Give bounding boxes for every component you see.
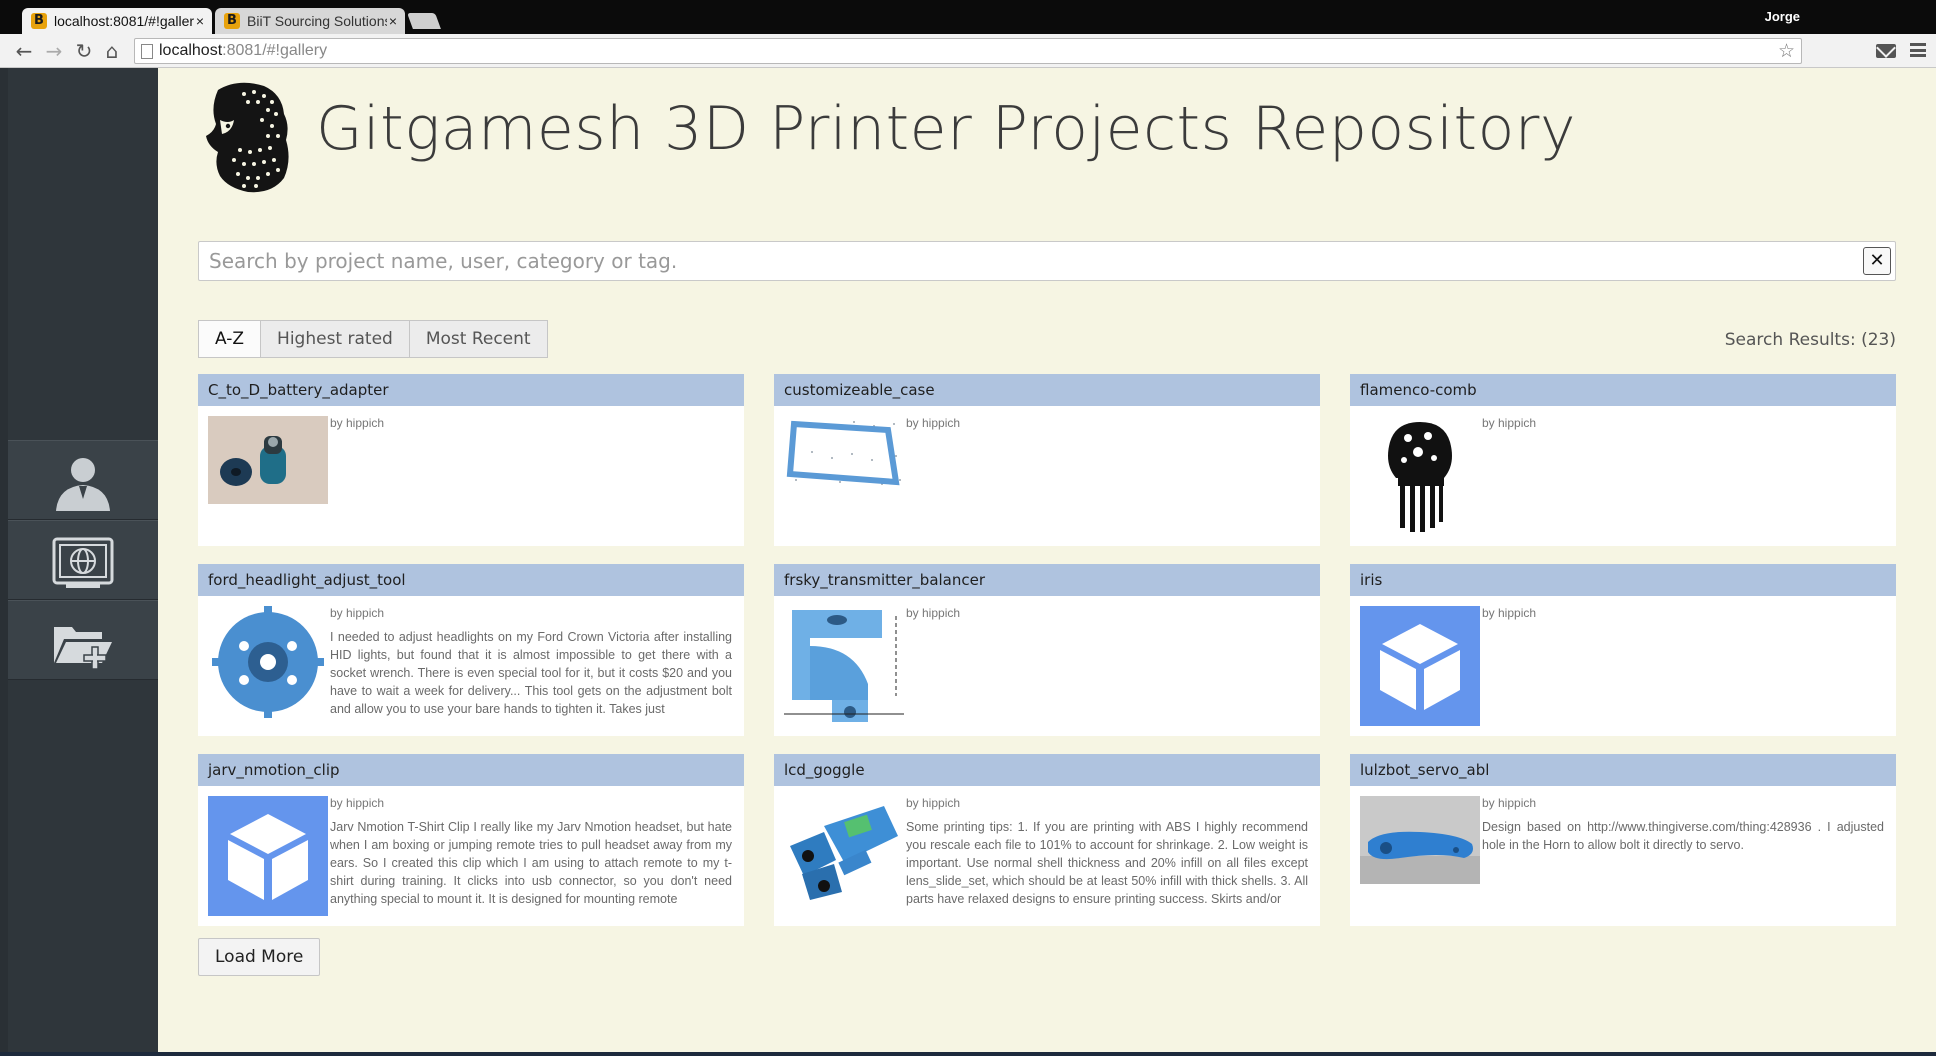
project-card[interactable]: jarv_nmotion_clip by hippich Jarv Nmotio… (198, 754, 744, 926)
project-card[interactable]: customizeable_case by hippich (774, 374, 1320, 546)
project-author: by hippich (1482, 416, 1537, 430)
page-title: Gitgamesh 3D Printer Projects Repository (316, 94, 1576, 164)
user-icon (56, 458, 110, 511)
sort-highest-rated-button[interactable]: Highest rated (261, 320, 410, 358)
project-description (1482, 628, 1884, 722)
project-description: Jarv Nmotion T-Shirt Clip I really like … (330, 820, 732, 906)
bookmark-star-icon[interactable]: ☆ (1778, 40, 1795, 62)
search-input[interactable] (209, 248, 1829, 274)
main-content: Gitgamesh 3D Printer Projects Repository… (158, 68, 1936, 1052)
project-card[interactable]: C_to_D_battery_adapter by hippich (198, 374, 744, 546)
project-description (906, 438, 1308, 532)
close-tab-icon[interactable]: × (389, 8, 397, 34)
browser-tab-gallery[interactable]: B localhost:8081/#!gallery × (22, 8, 212, 34)
clear-search-button[interactable]: ✕ (1863, 247, 1891, 275)
search-box: ✕ (198, 241, 1896, 281)
project-author: by hippich (330, 606, 385, 620)
project-description: Design based on http://www.thingiverse.c… (1482, 820, 1884, 852)
project-description (1482, 438, 1884, 532)
project-card[interactable]: ford_headlight_adjust_tool by hippich I … (198, 564, 744, 736)
add-folder-icon (54, 627, 112, 670)
gilgamesh-logo-icon (206, 82, 289, 193)
sidebar-item-profile[interactable] (8, 440, 158, 520)
project-title[interactable]: frsky_transmitter_balancer (774, 564, 1320, 596)
mail-icon[interactable] (1876, 44, 1896, 58)
project-title[interactable]: customizeable_case (774, 374, 1320, 406)
project-title[interactable]: iris (1350, 564, 1896, 596)
project-card[interactable]: iris by hippich (1350, 564, 1896, 736)
sidebar-item-new-project[interactable] (8, 600, 158, 680)
project-author: by hippich (1482, 606, 1537, 620)
project-title[interactable]: lulzbot_servo_abl (1350, 754, 1896, 786)
url-text[interactable]: localhost:8081/#!gallery (159, 42, 327, 60)
placeholder-cube-icon[interactable] (1360, 606, 1480, 726)
project-title[interactable]: ford_headlight_adjust_tool (198, 564, 744, 596)
forward-arrow-icon[interactable]: → (42, 39, 66, 63)
project-thumbnail[interactable] (208, 416, 328, 536)
project-author: by hippich (906, 606, 961, 620)
placeholder-cube-icon[interactable] (208, 796, 328, 916)
address-bar[interactable]: localhost:8081/#!gallery ☆ (134, 38, 1802, 64)
back-arrow-icon[interactable]: ← (12, 39, 36, 63)
project-description (330, 438, 732, 532)
page-icon (141, 44, 153, 59)
project-title[interactable]: C_to_D_battery_adapter (198, 374, 744, 406)
browser-tab-biit[interactable]: B BiiT Sourcing Solutions × (215, 8, 405, 34)
sort-most-recent-button[interactable]: Most Recent (409, 320, 548, 358)
reload-icon[interactable]: ↻ (72, 39, 96, 63)
browser-toolbar: ← → ↻ ⌂ localhost:8081/#!gallery ☆ (0, 34, 1936, 68)
load-more-button[interactable]: Load More (198, 938, 321, 976)
project-thumbnail[interactable] (1360, 416, 1480, 536)
home-icon[interactable]: ⌂ (100, 39, 124, 63)
project-author: by hippich (330, 796, 385, 810)
project-card[interactable]: flamenco-comb by hippich (1350, 374, 1896, 546)
project-author: by hippich (330, 416, 385, 430)
page-viewport: Gitgamesh 3D Printer Projects Repository… (8, 68, 1936, 1052)
sidebar-item-gallery[interactable] (8, 520, 158, 600)
project-thumbnail[interactable] (784, 796, 904, 916)
project-card[interactable]: lcd_goggle by hippich Some printing tips… (774, 754, 1320, 926)
project-author: by hippich (906, 416, 961, 430)
project-thumbnail[interactable] (784, 606, 904, 726)
sort-az-button[interactable]: A-Z (198, 320, 262, 358)
new-tab-button[interactable] (407, 13, 441, 29)
project-description: Some printing tips: 1. If you are printi… (906, 820, 1308, 906)
browser-tabstrip: B localhost:8081/#!gallery × B BiiT Sour… (0, 0, 1936, 34)
project-title[interactable]: jarv_nmotion_clip (198, 754, 744, 786)
project-author: by hippich (906, 796, 961, 810)
browser-menu-icon[interactable] (1910, 43, 1926, 57)
tab-title: BiiT Sourcing Solutions (247, 13, 387, 29)
site-favicon-icon: B (31, 13, 47, 29)
project-description (906, 628, 1308, 722)
project-description: I needed to adjust headlights on my Ford… (330, 630, 732, 716)
browser-profile-name[interactable]: Jorge (1765, 9, 1800, 24)
project-author: by hippich (1482, 796, 1537, 810)
project-title[interactable]: lcd_goggle (774, 754, 1320, 786)
project-title[interactable]: flamenco-comb (1350, 374, 1896, 406)
os-taskbar (0, 1052, 1936, 1056)
project-thumbnail[interactable] (208, 606, 328, 726)
project-card[interactable]: frsky_transmitter_balancer by hippich (774, 564, 1320, 736)
tab-title: localhost:8081/#!gallery (54, 13, 194, 29)
globe-gallery-icon (52, 537, 114, 588)
sidebar (8, 68, 158, 1052)
sort-toolbar: A-Z Highest rated Most Recent (198, 320, 548, 358)
search-results-count: Search Results: (23) (1724, 330, 1896, 350)
project-card[interactable]: lulzbot_servo_abl by hippich Design base… (1350, 754, 1896, 926)
project-thumbnail[interactable] (1360, 796, 1480, 916)
project-thumbnail[interactable] (784, 416, 904, 536)
site-favicon-icon: B (224, 13, 240, 29)
close-tab-icon[interactable]: × (196, 8, 204, 34)
